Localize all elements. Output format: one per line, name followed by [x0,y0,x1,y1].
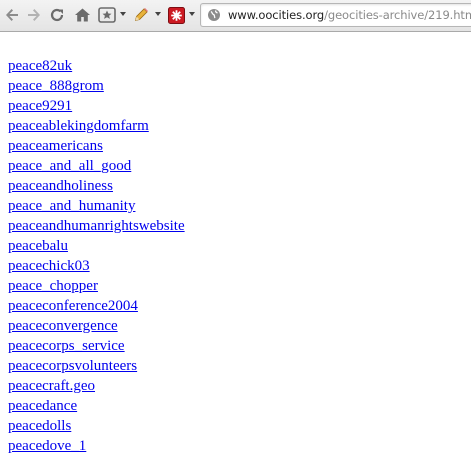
link-peacechick03[interactable]: peacechick03 [8,258,90,274]
list-item: peaceamericans [8,136,185,156]
link-peacecraft-geo[interactable]: peacecraft.geo [8,378,95,394]
forward-arrow-icon[interactable] [25,4,43,26]
link-peaceandholiness[interactable]: peaceandholiness [8,178,113,194]
link-peacedolls[interactable]: peacedolls [8,418,71,434]
url-text[interactable]: www.oocities.org/geocities-archive/219.h… [228,8,471,22]
list-item: peace_and_all_good [8,156,185,176]
link-peace-and-all-good[interactable]: peace_and_all_good [8,158,131,174]
list-item: peaceandholiness [8,176,185,196]
list-item: peacedove_1 [8,436,185,456]
list-item: peacecorps_service [8,336,185,356]
link-peacebalu[interactable]: peacebalu [8,238,68,254]
link-peace-888grom[interactable]: peace_888grom [8,78,104,94]
list-item: peaceandhumanrightswebsite [8,216,185,236]
link-peaceconvergence[interactable]: peaceconvergence [8,318,118,334]
link-peacecorpsvolunteers[interactable]: peacecorpsvolunteers [8,358,137,374]
link-peacedove-1[interactable]: peacedove_1 [8,438,86,454]
list-item: peacecraft.geo [8,376,185,396]
pencil-icon[interactable] [131,4,151,26]
list-item: peacedolls [8,416,185,436]
bookmark-dropdown-caret-icon[interactable] [120,12,126,16]
pencil-dropdown-caret-icon[interactable] [155,12,161,16]
list-item: peacedance [8,396,185,416]
list-item: peace9291 [8,96,185,116]
link-peaceamericans[interactable]: peaceamericans [8,138,103,154]
bookmark-star-icon[interactable] [96,4,118,26]
address-bar[interactable]: www.oocities.org/geocities-archive/219.h… [200,3,471,27]
link-peace-and-humanity[interactable]: peace_and_humanity [8,198,135,214]
reload-icon[interactable] [48,4,66,26]
link-peaceablekingdomfarm[interactable]: peaceablekingdomfarm [8,118,149,134]
toolbar-divider [0,31,471,32]
url-path: /geocities-archive/219.htm [324,8,471,22]
home-icon[interactable] [72,4,92,26]
back-arrow-icon[interactable] [3,4,21,26]
extension-dropdown-caret-icon[interactable] [189,12,195,16]
list-item: peaceablekingdomfarm [8,116,185,136]
browser-toolbar: www.oocities.org/geocities-archive/219.h… [0,0,471,31]
list-item: peaceconvergence [8,316,185,336]
link-peace9291[interactable]: peace9291 [8,98,72,114]
list-item: peaceconference2004 [8,296,185,316]
link-peacedance[interactable]: peacedance [8,398,77,414]
link-peace82uk[interactable]: peace82uk [8,58,72,74]
url-host: www.oocities.org [228,8,325,22]
list-item: peace_and_humanity [8,196,185,216]
link-peacecorps-service[interactable]: peacecorps_service [8,338,125,354]
link-list: peace82uk peace_888grom peace9291 peacea… [8,56,185,456]
red-extension-icon[interactable] [166,4,186,26]
list-item: peace82uk [8,56,185,76]
globe-icon [207,8,221,22]
list-item: peacechick03 [8,256,185,276]
list-item: peacebalu [8,236,185,256]
link-peaceconference2004[interactable]: peaceconference2004 [8,298,138,314]
link-peace-chopper[interactable]: peace_chopper [8,278,98,294]
list-item: peacecorpsvolunteers [8,356,185,376]
list-item: peace_888grom [8,76,185,96]
list-item: peace_chopper [8,276,185,296]
link-peaceandhumanrightswebsite[interactable]: peaceandhumanrightswebsite [8,218,185,234]
